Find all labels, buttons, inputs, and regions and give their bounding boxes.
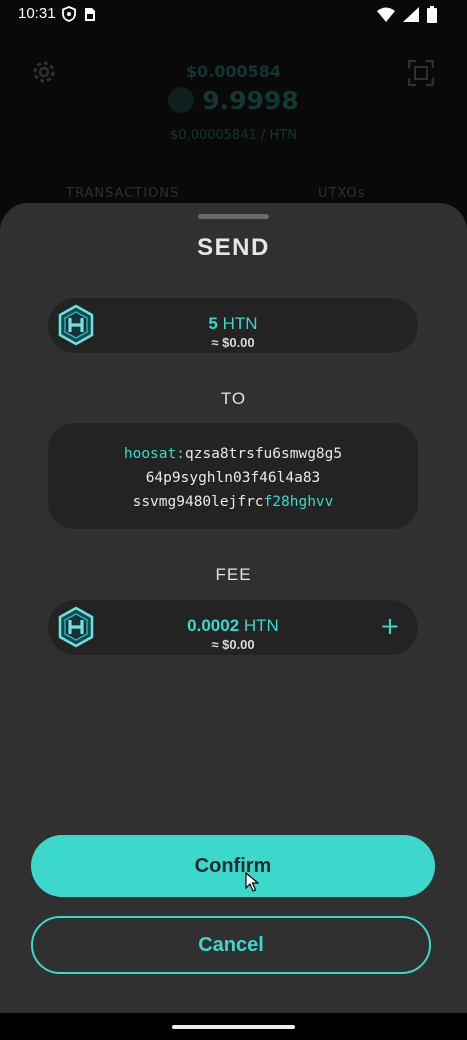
amount-value: 5 (208, 314, 218, 333)
balance-fiat: $0.000584 (185, 62, 282, 81)
wifi-icon (377, 7, 395, 26)
increase-fee-button[interactable]: + (380, 612, 400, 640)
shield-icon (62, 6, 76, 26)
address-line-3-accent: f28hghvv (263, 494, 334, 510)
hoosat-logo-icon (168, 87, 195, 113)
address-prefix: hoosat (123, 446, 177, 462)
mouse-cursor-icon (245, 871, 260, 896)
address-line-3: ssvmg9480lejfrcf28hghvv (48, 490, 418, 514)
home-indicator[interactable] (172, 1025, 295, 1029)
amount-unit: HTN (222, 314, 258, 333)
amount-display: 5 HTN (48, 314, 418, 334)
wallet-background: $0.000584 9.9998 $0.00005841 / HTN TRANS… (0, 30, 467, 230)
htn-price: $0.00005841 / HTN (170, 128, 297, 143)
fee-label: FEE (215, 565, 252, 584)
address-line-2: 64p9syghln03f46l4a83 (145, 470, 321, 486)
fee-field[interactable]: 0.0002 HTN ≈ $0.00 + (48, 600, 418, 655)
address-line-3-plain: ssvmg9480lejfrc (132, 494, 264, 510)
tab-transactions: TRANSACTIONS (66, 186, 180, 201)
status-right-icons (377, 6, 437, 27)
address-line-1-rest: qzsa8trsfu6smwg8g5 (184, 446, 343, 462)
fee-unit: HTN (243, 616, 279, 635)
amount-fiat: ≈ $0.00 (211, 335, 255, 350)
signal-icon (403, 7, 419, 26)
amount-field[interactable]: 5 HTN ≈ $0.00 (48, 298, 418, 353)
address-separator: : (176, 446, 185, 462)
recipient-address: hoosat:qzsa8trsfu6smwg8g5 64p9syghln03f4… (48, 442, 418, 514)
fee-fiat: ≈ $0.00 (211, 637, 255, 652)
app-screen: 10:31 $0.000584 9.9998 $0.00005841 / HTN… (0, 0, 467, 1040)
status-left-icons (62, 6, 96, 26)
navigation-bar (0, 1013, 467, 1040)
to-label: TO (220, 389, 247, 408)
tab-utxos: UTXOs (318, 186, 366, 201)
sheet-title: SEND (197, 234, 270, 261)
confirm-button[interactable]: Confirm (31, 835, 435, 897)
status-bar: 10:31 (0, 0, 467, 30)
cancel-button[interactable]: Cancel (31, 916, 431, 974)
recipient-address-field[interactable]: hoosat:qzsa8trsfu6smwg8g5 64p9syghln03f4… (48, 423, 418, 529)
send-sheet: SEND 5 HTN ≈ $0.00 TO hoosat:qzsa8trsfu6… (0, 203, 467, 1013)
status-time: 10:31 (18, 5, 56, 22)
address-line-1: hoosat:qzsa8trsfu6smwg8g5 (48, 442, 418, 466)
drag-handle[interactable] (198, 214, 269, 219)
balance: 9.9998 (0, 86, 467, 115)
fee-display: 0.0002 HTN (48, 616, 418, 636)
balance-value: 9.9998 (202, 86, 299, 115)
fee-value: 0.0002 (187, 616, 240, 635)
battery-icon (427, 6, 437, 27)
sim-card-icon (84, 7, 96, 26)
